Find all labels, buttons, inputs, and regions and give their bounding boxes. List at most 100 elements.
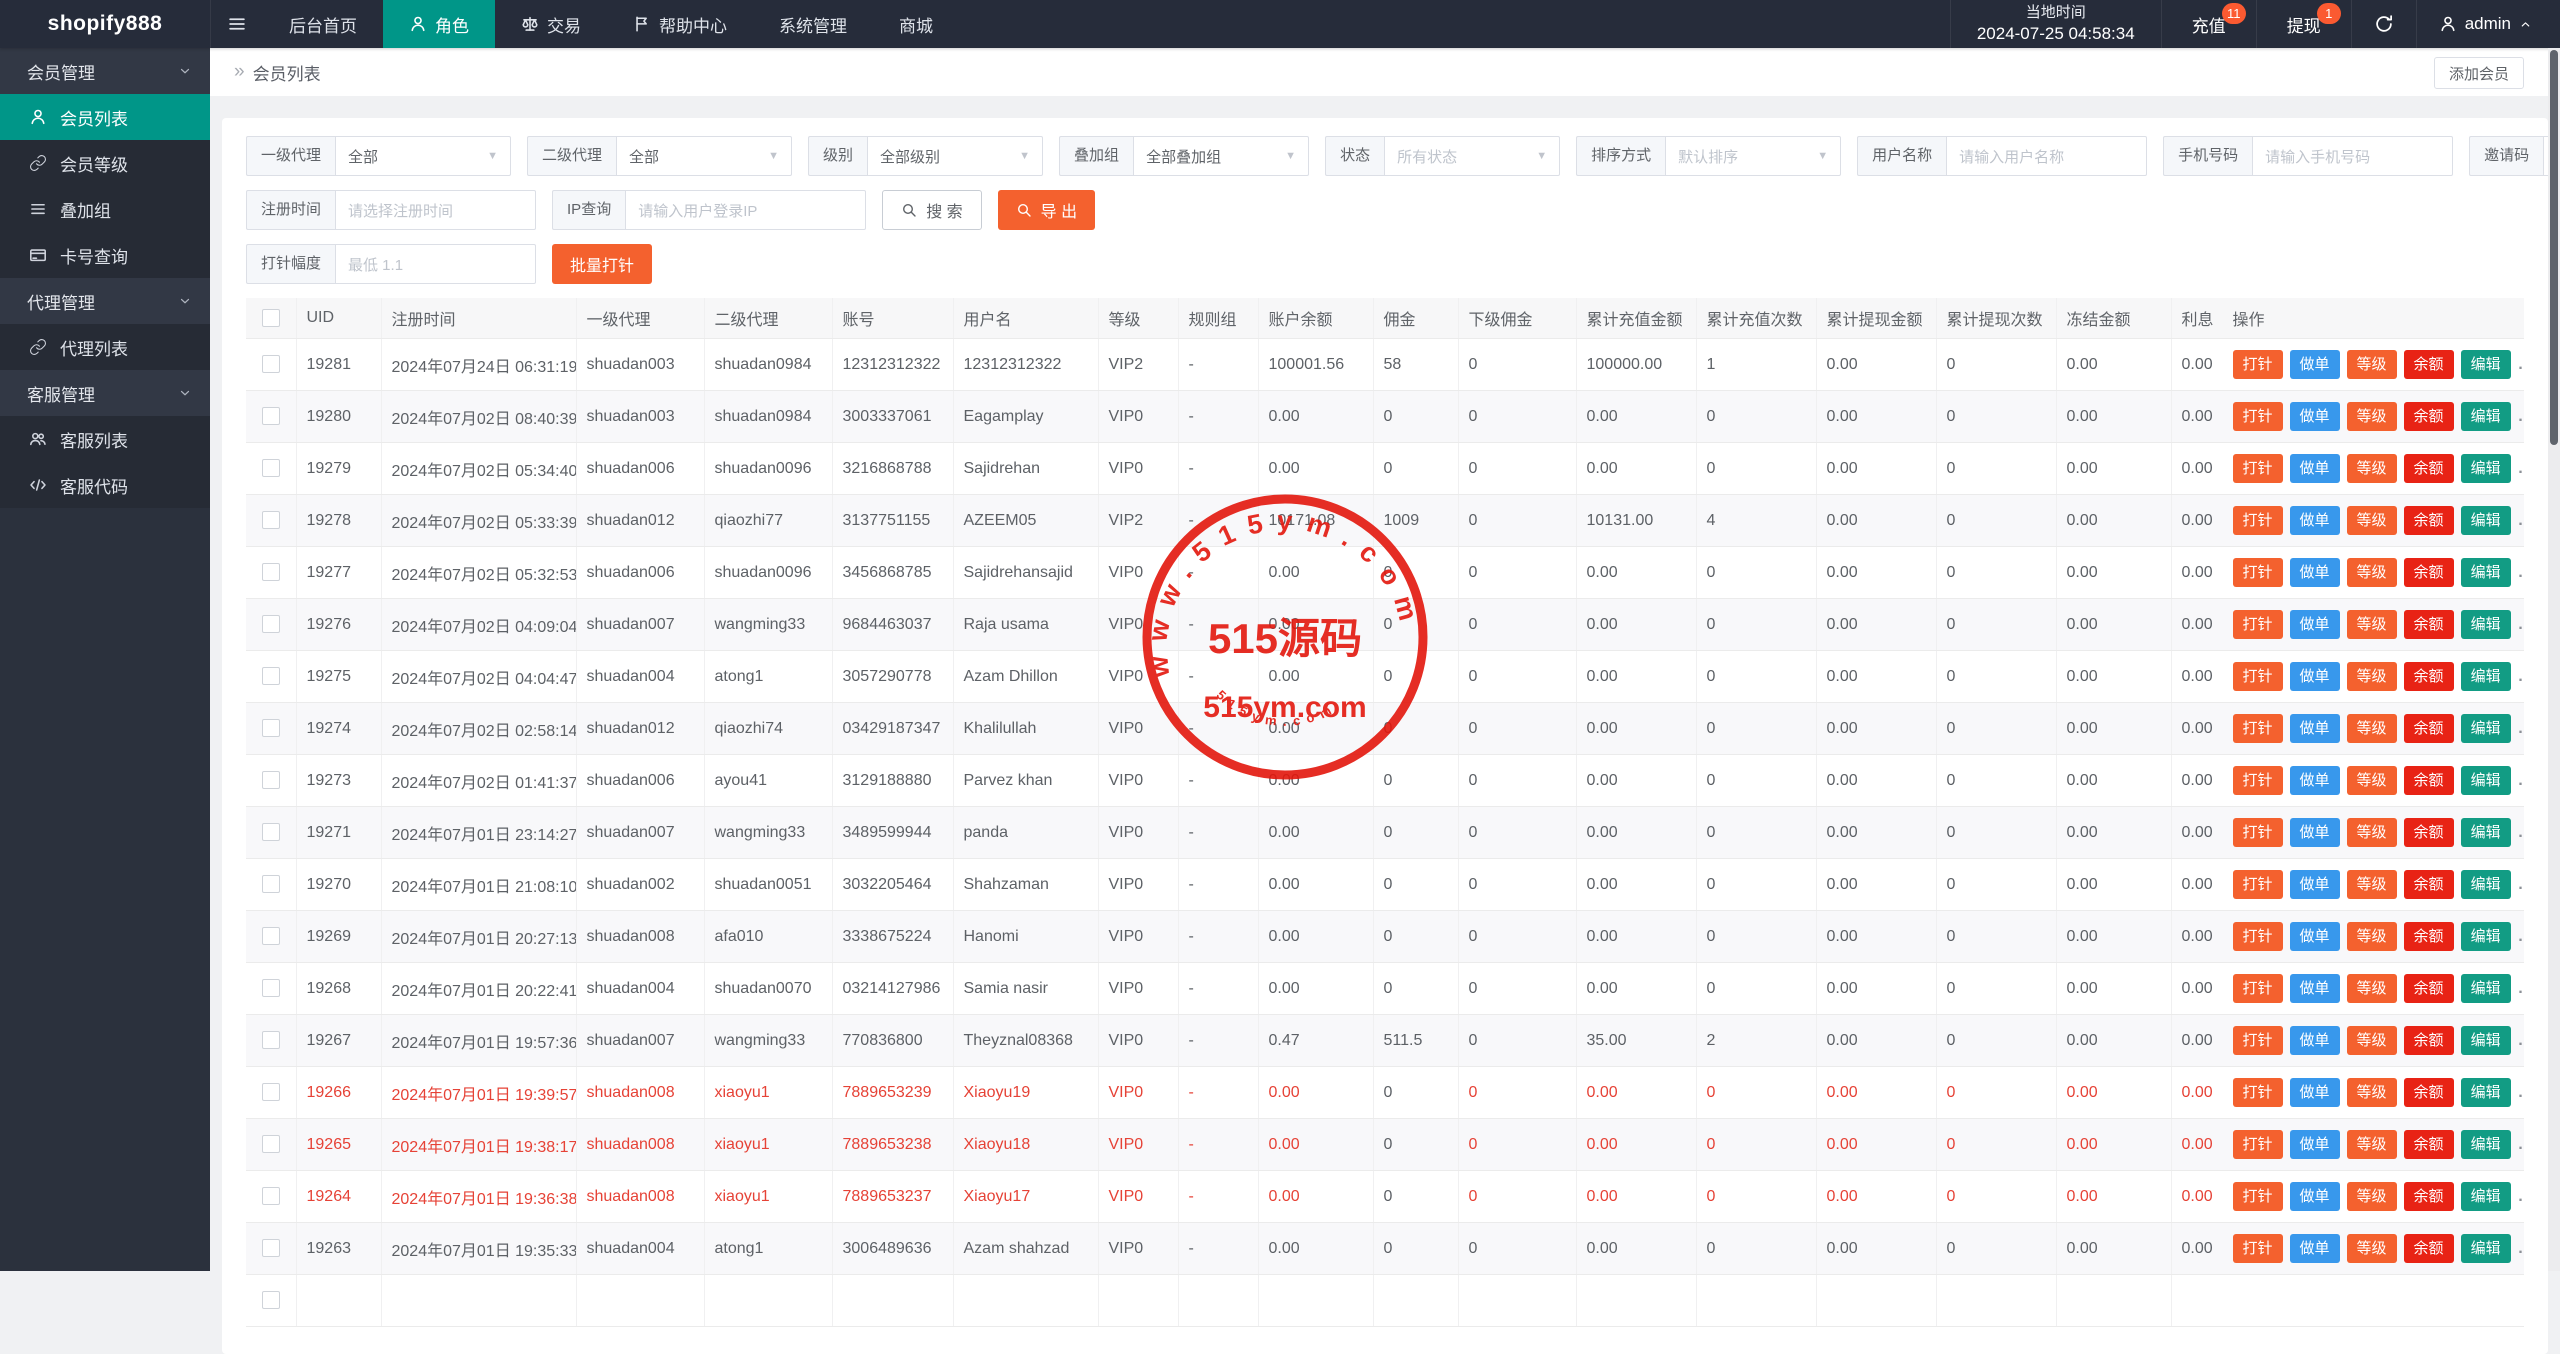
action-more-button[interactable]: …: [2518, 928, 2524, 945]
action-order-button[interactable]: 做单: [2290, 1078, 2340, 1107]
action-needle-button[interactable]: 打针: [2233, 714, 2283, 743]
action-balance-button[interactable]: 余额: [2404, 506, 2454, 535]
action-needle-button[interactable]: 打针: [2233, 1182, 2283, 1211]
action-level-button[interactable]: 等级: [2347, 1182, 2397, 1211]
action-balance-button[interactable]: 余额: [2404, 558, 2454, 587]
row-checkbox[interactable]: [262, 1031, 280, 1049]
row-checkbox[interactable]: [262, 407, 280, 425]
action-level-button[interactable]: 等级: [2347, 818, 2397, 847]
tab-home[interactable]: 后台首页: [263, 0, 383, 48]
sidebar-item-member-list[interactable]: 会员列表: [0, 94, 210, 140]
action-needle-button[interactable]: 打针: [2233, 974, 2283, 1003]
action-edit-button[interactable]: 编辑: [2461, 662, 2511, 691]
action-more-button[interactable]: …: [2518, 1032, 2524, 1049]
action-order-button[interactable]: 做单: [2290, 558, 2340, 587]
action-balance-button[interactable]: 余额: [2404, 402, 2454, 431]
row-checkbox[interactable]: [262, 1135, 280, 1153]
action-order-button[interactable]: 做单: [2290, 974, 2340, 1003]
action-more-button[interactable]: …: [2518, 720, 2524, 737]
filter-agent1[interactable]: 全部▼: [335, 136, 511, 176]
action-needle-button[interactable]: 打针: [2233, 818, 2283, 847]
action-more-button[interactable]: …: [2518, 1136, 2524, 1153]
action-more-button[interactable]: …: [2518, 824, 2524, 841]
action-more-button[interactable]: …: [2518, 772, 2524, 789]
action-balance-button[interactable]: 余额: [2404, 1130, 2454, 1159]
action-needle-button[interactable]: 打针: [2233, 350, 2283, 379]
action-balance-button[interactable]: 余额: [2404, 870, 2454, 899]
action-level-button[interactable]: 等级: [2347, 922, 2397, 951]
filter-sort[interactable]: 默认排序▼: [1665, 136, 1841, 176]
action-needle-button[interactable]: 打针: [2233, 610, 2283, 639]
filter-agent2[interactable]: 全部▼: [616, 136, 792, 176]
action-order-button[interactable]: 做单: [2290, 1026, 2340, 1055]
row-checkbox[interactable]: [262, 563, 280, 581]
action-edit-button[interactable]: 编辑: [2461, 506, 2511, 535]
action-edit-button[interactable]: 编辑: [2461, 922, 2511, 951]
search-button[interactable]: 搜 索: [882, 190, 981, 230]
action-level-button[interactable]: 等级: [2347, 974, 2397, 1003]
action-balance-button[interactable]: 余额: [2404, 766, 2454, 795]
tab-mall[interactable]: 商城: [873, 0, 959, 48]
action-needle-button[interactable]: 打针: [2233, 1078, 2283, 1107]
row-checkbox[interactable]: [262, 823, 280, 841]
filter-stack-group[interactable]: 全部叠加组▼: [1133, 136, 1309, 176]
action-order-button[interactable]: 做单: [2290, 402, 2340, 431]
action-balance-button[interactable]: 余额: [2404, 662, 2454, 691]
action-order-button[interactable]: 做单: [2290, 454, 2340, 483]
action-level-button[interactable]: 等级: [2347, 662, 2397, 691]
sidebar-group-service-mgmt[interactable]: 客服管理: [0, 370, 210, 416]
user-menu[interactable]: admin: [2416, 0, 2560, 48]
sidebar-group-agent-mgmt[interactable]: 代理管理: [0, 278, 210, 324]
sidebar-item-agent-list[interactable]: 代理列表: [0, 324, 210, 370]
action-level-button[interactable]: 等级: [2347, 766, 2397, 795]
action-level-button[interactable]: 等级: [2347, 454, 2397, 483]
action-order-button[interactable]: 做单: [2290, 1130, 2340, 1159]
tab-system[interactable]: 系统管理: [753, 0, 873, 48]
action-needle-button[interactable]: 打针: [2233, 1026, 2283, 1055]
action-edit-button[interactable]: 编辑: [2461, 974, 2511, 1003]
action-level-button[interactable]: 等级: [2347, 1130, 2397, 1159]
refresh-icon[interactable]: [2351, 0, 2416, 48]
action-more-button[interactable]: …: [2518, 356, 2524, 373]
action-edit-button[interactable]: 编辑: [2461, 558, 2511, 587]
row-checkbox[interactable]: [262, 1291, 280, 1309]
action-level-button[interactable]: 等级: [2347, 402, 2397, 431]
action-order-button[interactable]: 做单: [2290, 714, 2340, 743]
action-balance-button[interactable]: 余额: [2404, 974, 2454, 1003]
action-balance-button[interactable]: 余额: [2404, 454, 2454, 483]
action-balance-button[interactable]: 余额: [2404, 610, 2454, 639]
row-checkbox[interactable]: [262, 459, 280, 477]
select-all-checkbox[interactable]: [262, 309, 280, 327]
action-level-button[interactable]: 等级: [2347, 1026, 2397, 1055]
hamburger-icon[interactable]: [211, 0, 263, 48]
action-more-button[interactable]: …: [2518, 460, 2524, 477]
action-level-button[interactable]: 等级: [2347, 506, 2397, 535]
row-checkbox[interactable]: [262, 355, 280, 373]
withdraw-link[interactable]: 提现 1: [2256, 0, 2351, 48]
action-needle-button[interactable]: 打针: [2233, 1234, 2283, 1263]
action-order-button[interactable]: 做单: [2290, 506, 2340, 535]
action-needle-button[interactable]: 打针: [2233, 558, 2283, 587]
filter-phone[interactable]: 请输入手机号码: [2252, 136, 2453, 176]
action-more-button[interactable]: …: [2518, 512, 2524, 529]
action-edit-button[interactable]: 编辑: [2461, 454, 2511, 483]
sidebar-item-stack-group[interactable]: 叠加组: [0, 186, 210, 232]
action-order-button[interactable]: 做单: [2290, 662, 2340, 691]
action-more-button[interactable]: …: [2518, 980, 2524, 997]
action-level-button[interactable]: 等级: [2347, 558, 2397, 587]
action-level-button[interactable]: 等级: [2347, 870, 2397, 899]
action-balance-button[interactable]: 余额: [2404, 1026, 2454, 1055]
action-needle-button[interactable]: 打针: [2233, 870, 2283, 899]
action-more-button[interactable]: …: [2518, 668, 2524, 685]
tab-trade[interactable]: 交易: [495, 0, 607, 48]
action-edit-button[interactable]: 编辑: [2461, 766, 2511, 795]
tab-help-center[interactable]: 帮助中心: [607, 0, 753, 48]
action-order-button[interactable]: 做单: [2290, 1182, 2340, 1211]
action-balance-button[interactable]: 余额: [2404, 714, 2454, 743]
add-member-button[interactable]: 添加会员: [2434, 57, 2524, 89]
row-checkbox[interactable]: [262, 615, 280, 633]
action-more-button[interactable]: …: [2518, 616, 2524, 633]
member-table-scroll[interactable]: UID注册时间一级代理二级代理账号用户名等级规则组账户余额佣金下级佣金累计充值金…: [246, 298, 2524, 1327]
action-needle-button[interactable]: 打针: [2233, 662, 2283, 691]
action-edit-button[interactable]: 编辑: [2461, 870, 2511, 899]
